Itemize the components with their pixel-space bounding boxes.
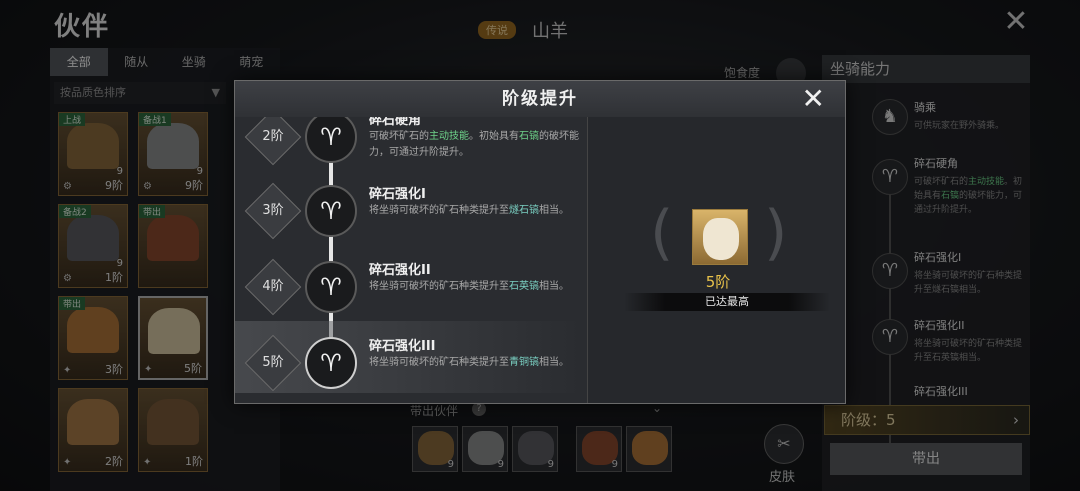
- max-level-note: 已达最高: [624, 293, 830, 311]
- goat-skill-icon: ♈: [305, 337, 357, 389]
- desc-highlight: 石英镐: [509, 281, 539, 292]
- tier-label: 4阶: [262, 279, 284, 294]
- desc-highlight: 主动技能: [429, 131, 469, 142]
- desc-text: 可破坏矿石的: [369, 131, 429, 142]
- close-modal-button[interactable]: ✕: [802, 83, 825, 115]
- skill-desc: 可破坏矿石的主动技能。初始具有石镐的破坏能力，可通过升阶提升。: [369, 129, 583, 161]
- desc-highlight: 青铜镐: [509, 357, 539, 368]
- goat-skill-icon: ♈: [305, 261, 357, 313]
- desc-text: 将坐骑可破坏的矿石种类提升至: [369, 281, 509, 292]
- desc-text: 相当。: [539, 205, 569, 216]
- skill-name: 碎石强化III: [369, 339, 436, 354]
- skill-desc: 将坐骑可破坏的矿石种类提升至燧石镐相当。: [369, 203, 583, 219]
- current-level: 5阶: [705, 273, 731, 291]
- goat-face: [703, 218, 739, 260]
- tier-row-current: 5阶 ♈ 碎石强化III 将坐骑可破坏的矿石种类提升至青铜镐相当。: [235, 321, 587, 393]
- bracket-right-icon: ): [764, 198, 788, 268]
- desc-text: 。初始具有: [469, 131, 519, 142]
- desc-highlight: 燧石镐: [509, 205, 539, 216]
- desc-highlight: 石镐: [519, 131, 539, 142]
- modal-header: 阶级提升 ✕: [235, 81, 845, 117]
- tier-row: 4阶 ♈ 碎石强化II 将坐骑可破坏的矿石种类提升至石英镐相当。: [235, 245, 587, 317]
- skill-name: 碎石强化II: [369, 263, 431, 278]
- tier-row: 3阶 ♈ 碎石强化I 将坐骑可破坏的矿石种类提升至燧石镐相当。: [235, 169, 587, 241]
- skill-name: 碎石强化I: [369, 187, 426, 202]
- skill-desc: 将坐骑可破坏的矿石种类提升至青铜镐相当。: [369, 355, 583, 371]
- goat-avatar: [692, 209, 748, 265]
- current-level-panel: ( ) 5阶 已达最高: [587, 117, 845, 403]
- modal-title: 阶级提升: [502, 89, 578, 109]
- tier-label: 2阶: [262, 129, 284, 144]
- tier-upgrade-modal: 阶级提升 ✕ 2阶 ♈ 碎石硬角 可破坏矿石的主动技能。初始具有石镐的破坏能力，…: [234, 80, 846, 404]
- tier-label: 5阶: [262, 355, 284, 370]
- desc-text: 将坐骑可破坏的矿石种类提升至: [369, 357, 509, 368]
- skill-name: 碎石硬角: [369, 117, 422, 128]
- goat-skill-icon: ♈: [305, 117, 357, 163]
- desc-text: 相当。: [539, 281, 569, 292]
- tier-row: 2阶 ♈ 碎石硬角 可破坏矿石的主动技能。初始具有石镐的破坏能力，可通过升阶提升…: [235, 117, 587, 167]
- skill-desc: 将坐骑可破坏的矿石种类提升至石英镐相当。: [369, 279, 583, 295]
- desc-text: 相当。: [539, 357, 569, 368]
- tier-label: 3阶: [262, 203, 284, 218]
- tier-list[interactable]: 2阶 ♈ 碎石硬角 可破坏矿石的主动技能。初始具有石镐的破坏能力，可通过升阶提升…: [235, 117, 587, 403]
- bracket-left-icon: (: [650, 198, 674, 268]
- desc-text: 将坐骑可破坏的矿石种类提升至: [369, 205, 509, 216]
- goat-skill-icon: ♈: [305, 185, 357, 237]
